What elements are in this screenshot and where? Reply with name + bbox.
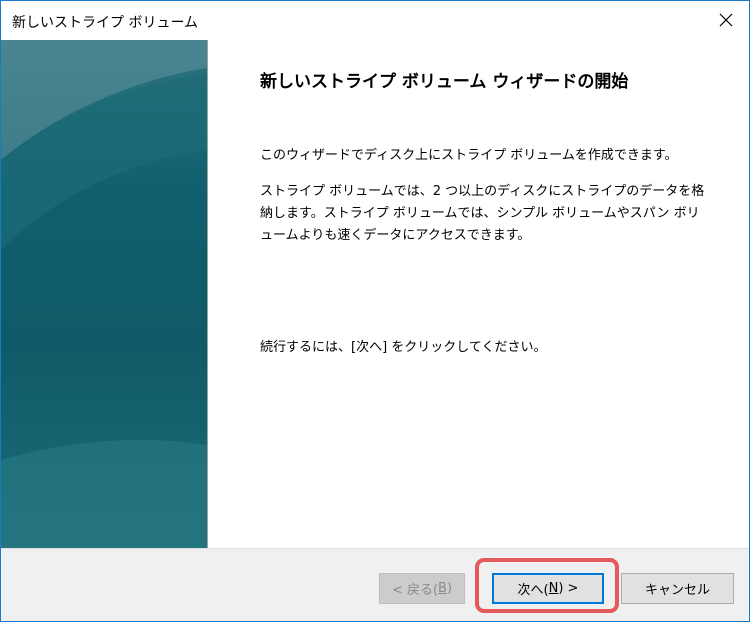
wizard-sidebar-graphic (1, 40, 207, 548)
wizard-content: 新しいストライプ ボリューム ウィザードの開始 このウィザードでディスク上にスト… (208, 40, 749, 548)
title-bar[interactable]: 新しいストライプ ボリューム (1, 1, 749, 40)
close-button[interactable] (703, 1, 749, 40)
intro-text: このウィザードでディスク上にストライプ ボリュームを作成できます。 (260, 148, 678, 163)
back-label-post: ) (446, 581, 453, 596)
sidebar-swoosh-graphic (1, 40, 207, 548)
window-title: 新しいストライプ ボリューム (12, 15, 199, 31)
wizard-window: 新しいストライプ ボリューム 新しいストライプ ボリューム ウィザードの開始 こ… (0, 0, 750, 622)
back-accesskey: B (438, 581, 447, 596)
close-icon (719, 13, 733, 27)
cancel-button[interactable]: キャンセル (621, 573, 734, 604)
back-button[interactable]: < 戻る(B) (379, 573, 465, 604)
continue-instruction-text: 続行するには、[次へ] をクリックしてください。 (260, 340, 547, 355)
next-button-highlight (475, 558, 619, 613)
button-bar: < 戻る(B) 次へ(N) > キャンセル (1, 549, 749, 621)
wizard-heading: 新しいストライプ ボリューム ウィザードの開始 (260, 72, 629, 92)
back-label-pre: < 戻る( (391, 583, 439, 598)
description-text: ストライプ ボリュームでは、2 つ以上のディスクにストライプのデータを格納します… (260, 184, 705, 243)
